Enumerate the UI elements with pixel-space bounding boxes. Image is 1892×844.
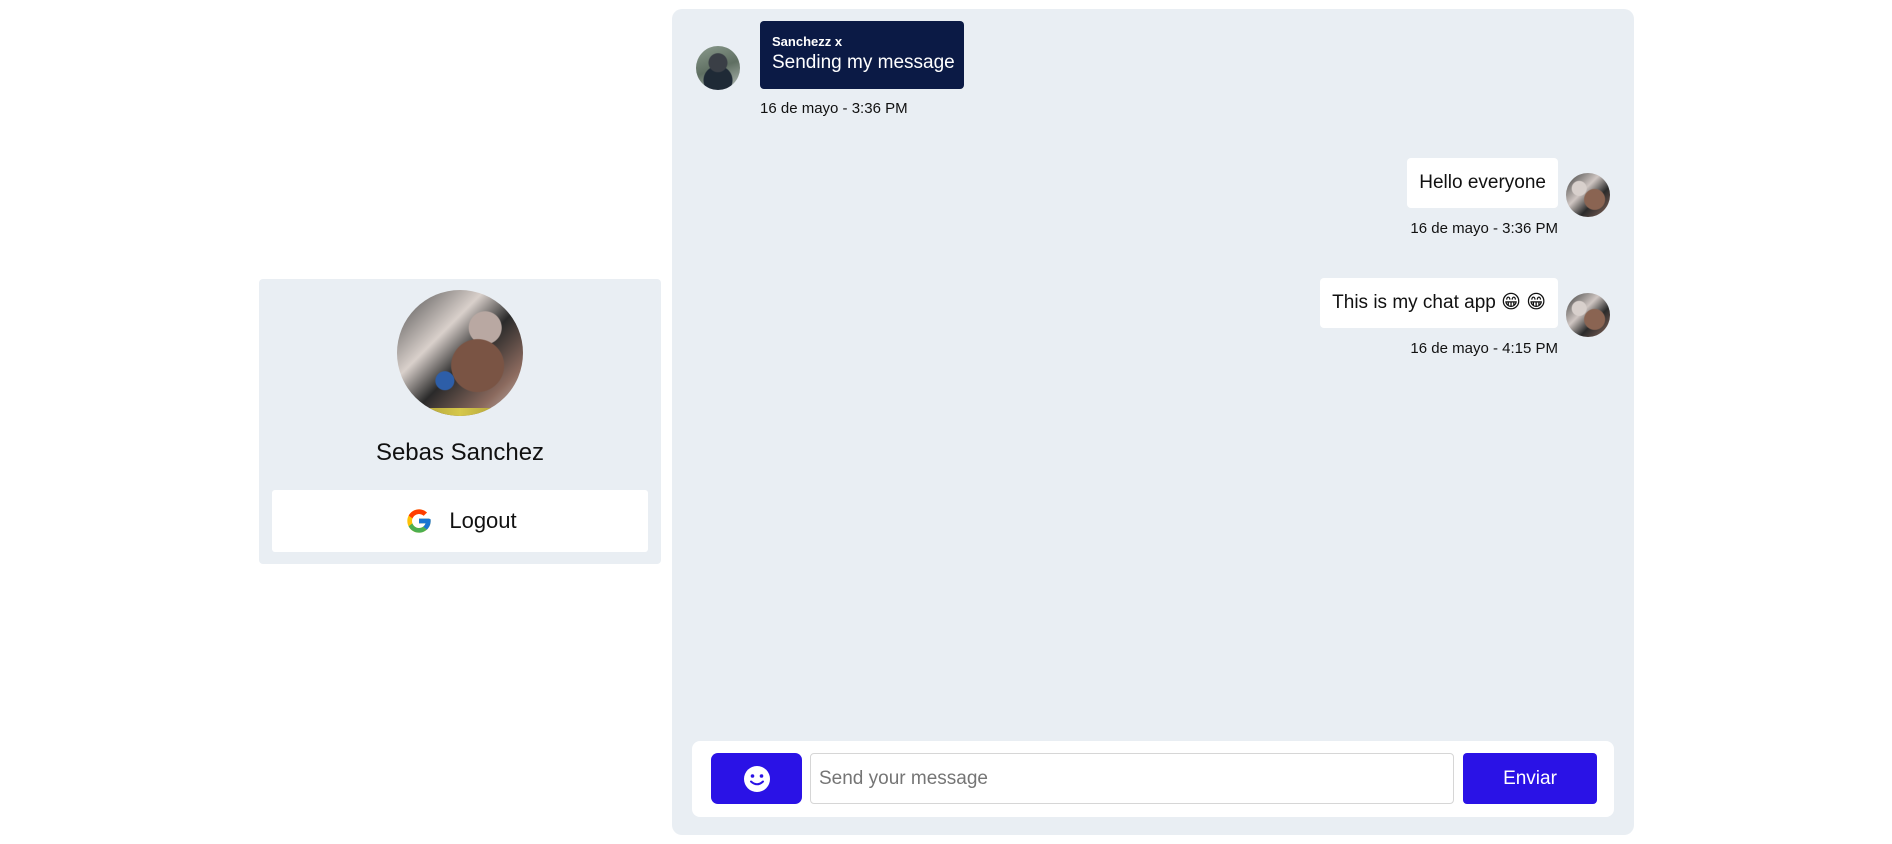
logout-label: Logout xyxy=(449,508,517,533)
user-avatar xyxy=(1566,293,1610,337)
message-timestamp: 16 de mayo - 3:36 PM xyxy=(760,100,908,117)
outgoing-message-bubble: Hello everyone xyxy=(1407,158,1558,208)
outgoing-message-bubble: This is my chat app 😁 😁 xyxy=(1320,278,1558,328)
profile-name: Sebas Sanchez xyxy=(375,439,545,466)
logout-button[interactable]: Logout xyxy=(272,490,648,552)
message-input[interactable] xyxy=(810,753,1454,804)
incoming-message-bubble: Sanchezz x Sending my message xyxy=(760,21,964,89)
send-button[interactable]: Enviar xyxy=(1463,753,1597,804)
message-timestamp: 16 de mayo - 3:36 PM xyxy=(1410,220,1558,237)
chat-panel: Sanchezz x Sending my message 16 de mayo… xyxy=(672,9,1634,835)
user-avatar xyxy=(1566,173,1610,217)
message-text: Sending my message xyxy=(772,52,955,73)
profile-avatar xyxy=(397,290,523,416)
sender-avatar xyxy=(696,46,740,90)
message-sender-name: Sanchezz x xyxy=(772,34,843,49)
message-composer: Enviar xyxy=(692,741,1614,817)
smiley-icon xyxy=(743,765,770,792)
message-text: Hello everyone xyxy=(1419,172,1546,193)
emoji-button[interactable] xyxy=(711,753,802,804)
profile-card: Sebas Sanchez Logout xyxy=(259,279,661,564)
message-text: This is my chat app 😁 😁 xyxy=(1332,292,1546,313)
message-timestamp: 16 de mayo - 4:15 PM xyxy=(1410,340,1558,357)
google-icon xyxy=(403,505,436,537)
